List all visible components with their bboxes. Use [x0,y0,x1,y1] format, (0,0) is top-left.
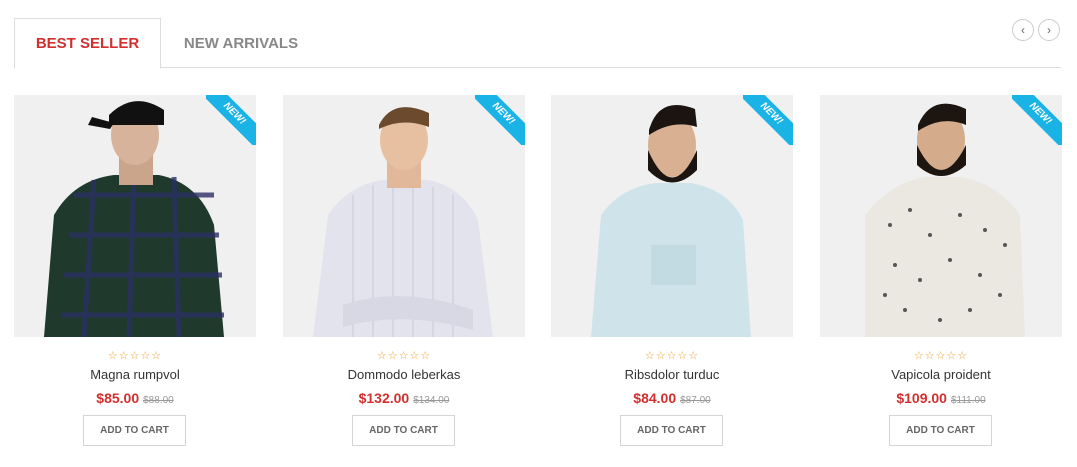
add-to-cart-button[interactable]: ADD TO CART [889,415,992,446]
product-price: $85.00 [96,390,140,406]
product-card: NEW! ☆☆☆☆☆ Ribsdolor turduc $84.00 $87.00… [551,95,793,450]
product-old-price: $111.00 [950,395,986,406]
new-badge: NEW! [206,95,256,145]
product-image[interactable]: NEW! [283,95,525,337]
product-tabs: BEST SELLER NEW ARRIVALS [14,18,1061,69]
rating-stars: ☆☆☆☆☆ [644,350,700,362]
price-row: $109.00 $111.00 [820,390,1062,408]
add-to-cart-button[interactable]: ADD TO CART [620,415,723,446]
product-card: NEW! ☆☆☆☆☆ Dommodo leberkas $132.00 $134.… [283,95,525,450]
rating-stars: ☆☆☆☆☆ [376,350,432,362]
product-card: NEW! ☆☆☆☆☆ Vapicola proident $109.00 $111… [820,95,1062,450]
product-image[interactable]: NEW! [820,95,1062,337]
price-row: $85.00 $88.00 [14,390,256,408]
product-image[interactable]: NEW! [14,95,256,337]
product-name[interactable]: Magna rumpvol [14,367,256,382]
product-price: $109.00 [896,390,947,406]
product-name[interactable]: Dommodo leberkas [283,367,525,382]
carousel-next-button[interactable]: › [1038,19,1060,41]
new-badge: NEW! [475,95,525,145]
product-name[interactable]: Vapicola proident [820,367,1062,382]
tab-new-arrivals[interactable]: NEW ARRIVALS [161,18,321,68]
new-badge: NEW! [1012,95,1062,145]
product-old-price: $87.00 [680,395,711,406]
product-name[interactable]: Ribsdolor turduc [551,367,793,382]
chevron-right-icon: › [1047,23,1051,37]
new-badge: NEW! [743,95,793,145]
add-to-cart-button[interactable]: ADD TO CART [352,415,455,446]
rating-stars: ☆☆☆☆☆ [913,350,969,362]
product-image[interactable]: NEW! [551,95,793,337]
carousel-prev-button[interactable]: ‹ [1012,19,1034,41]
product-price: $132.00 [358,390,410,406]
price-row: $132.00 $134.00 [283,390,525,408]
product-card: NEW! ☆☆☆☆☆ Magna rumpvol $85.00 $88.00 AD… [14,95,256,450]
chevron-left-icon: ‹ [1021,23,1025,37]
product-old-price: $134.00 [413,395,450,406]
add-to-cart-button[interactable]: ADD TO CART [83,415,186,446]
tab-best-seller[interactable]: BEST SELLER [14,18,161,69]
rating-stars: ☆☆☆☆☆ [107,350,163,362]
product-old-price: $88.00 [143,395,174,406]
product-price: $84.00 [633,390,677,406]
price-row: $84.00 $87.00 [551,390,793,408]
